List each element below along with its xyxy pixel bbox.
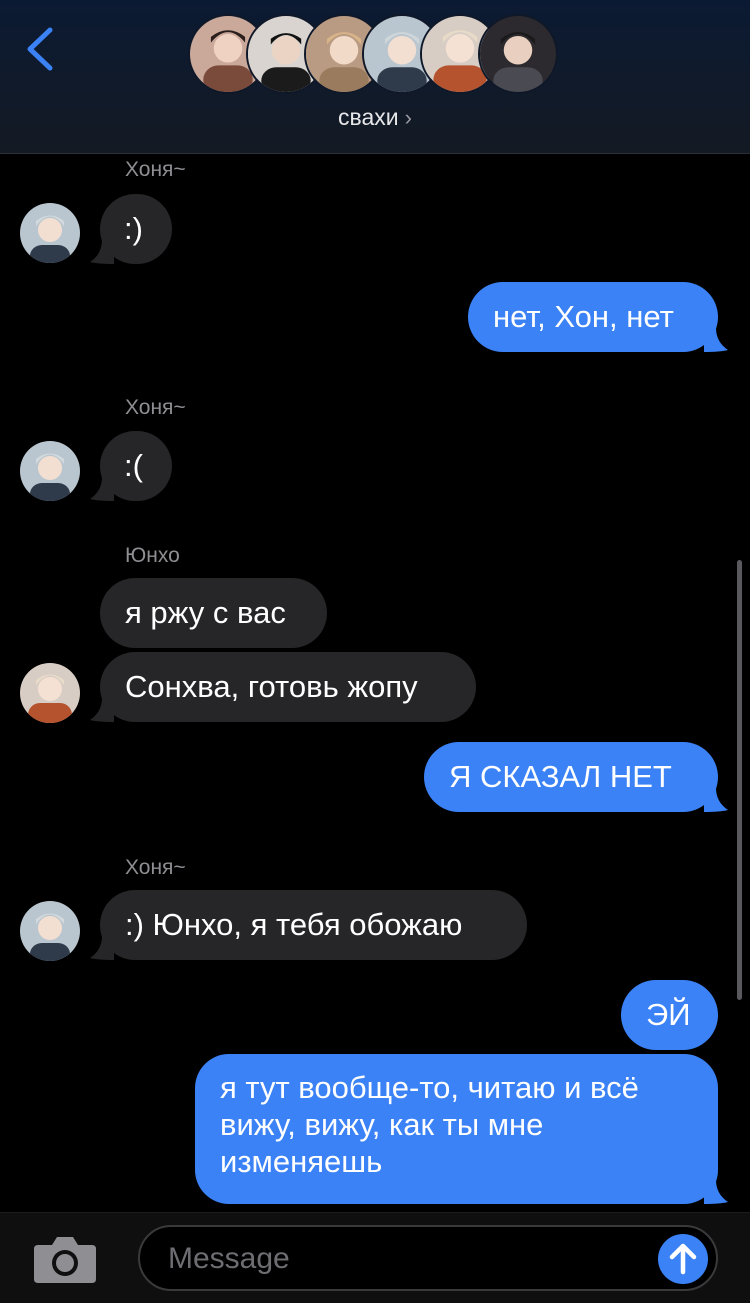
bubble-tail bbox=[704, 1180, 728, 1204]
message-bubble-incoming[interactable]: я ржу с вас bbox=[100, 578, 327, 648]
message-line: изменяешь bbox=[220, 1144, 383, 1179]
bubble-tail bbox=[704, 328, 728, 352]
message-line: вижу, вижу, как ты мне bbox=[220, 1107, 544, 1142]
sender-name: Хоня~ bbox=[125, 158, 186, 181]
message-composer bbox=[0, 1212, 750, 1303]
group-member-avatar bbox=[478, 14, 558, 94]
bubble-tail bbox=[704, 788, 728, 812]
group-avatars[interactable] bbox=[188, 14, 568, 98]
message-field bbox=[138, 1225, 718, 1291]
message-bubble-incoming[interactable]: Сонхва, готовь жопу bbox=[100, 652, 476, 722]
send-button[interactable] bbox=[658, 1234, 708, 1284]
camera-icon bbox=[34, 1237, 96, 1283]
message-line: я тут вообще-то, читаю и всё bbox=[220, 1070, 639, 1105]
avatar bbox=[20, 663, 80, 723]
group-name[interactable]: свахи › bbox=[0, 104, 750, 131]
message-bubble-incoming[interactable]: :) Юнхо, я тебя обожаю bbox=[100, 890, 527, 960]
bubble-tail bbox=[90, 698, 114, 722]
camera-button[interactable] bbox=[32, 1233, 98, 1285]
chevron-right-icon: › bbox=[404, 105, 412, 130]
conversation-header: свахи › bbox=[0, 0, 750, 154]
bubble-tail bbox=[90, 477, 114, 501]
sender-name: Юнхо bbox=[125, 544, 180, 567]
arrow-up-icon bbox=[669, 1243, 697, 1275]
sender-name: Хоня~ bbox=[125, 396, 186, 419]
avatar bbox=[20, 901, 80, 961]
message-bubble-outgoing[interactable]: я тут вообще-то, читаю и всё вижу, вижу,… bbox=[195, 1054, 718, 1204]
message-bubble-outgoing[interactable]: ЭЙ bbox=[621, 980, 718, 1050]
message-input[interactable] bbox=[166, 1237, 650, 1281]
message-bubble-outgoing[interactable]: нет, Хон, нет bbox=[468, 282, 718, 352]
avatar bbox=[20, 203, 80, 263]
sender-name: Хоня~ bbox=[125, 856, 186, 879]
chevron-left-icon bbox=[27, 27, 53, 71]
back-button[interactable] bbox=[22, 24, 58, 74]
bubble-tail bbox=[90, 936, 114, 960]
bubble-tail bbox=[90, 240, 114, 264]
group-name-label: свахи bbox=[338, 104, 399, 130]
avatar bbox=[20, 441, 80, 501]
message-bubble-outgoing[interactable]: Я СКАЗАЛ НЕТ bbox=[424, 742, 718, 812]
scrollbar[interactable] bbox=[737, 560, 742, 1000]
